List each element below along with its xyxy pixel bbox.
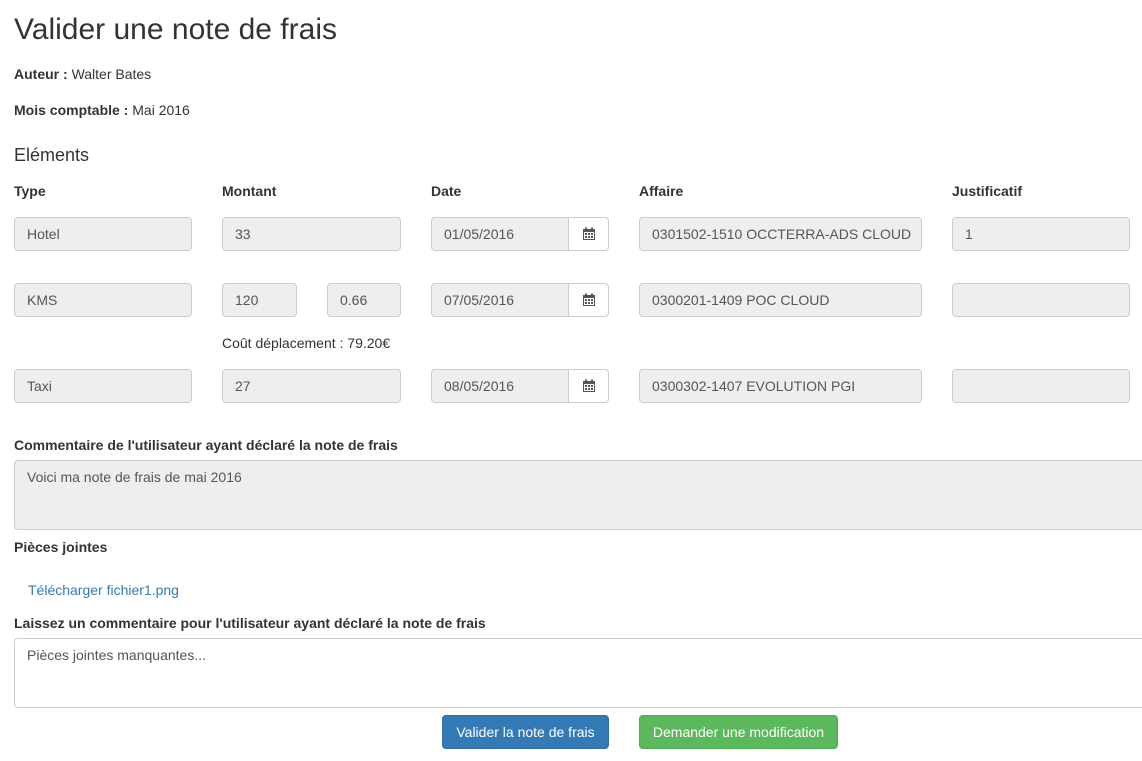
row1-calendar-button[interactable] — [569, 217, 609, 251]
calendar-icon — [582, 227, 595, 240]
row2-type-field[interactable]: KMS — [14, 283, 192, 317]
travel-cost-text: Coût déplacement : 79.20€ — [222, 335, 391, 351]
header-amount: Montant — [222, 183, 277, 199]
month-label: Mois comptable : — [14, 102, 129, 118]
row3-receipt-field[interactable] — [952, 369, 1130, 403]
row2-receipt-field[interactable] — [952, 283, 1130, 317]
download-attachment-link[interactable]: Télécharger fichier1.png — [28, 582, 179, 598]
header-receipt: Justificatif — [952, 183, 1023, 199]
user-comment-label: Commentaire de l'utilisateur ayant décla… — [14, 437, 398, 453]
row3-amount-field[interactable]: 27 — [222, 369, 401, 403]
month-value: Mai 2016 — [132, 102, 190, 118]
row1-amount-field[interactable]: 33 — [222, 217, 401, 251]
validate-button[interactable]: Valider la note de frais — [442, 715, 609, 749]
row3-date-field[interactable]: 08/05/2016 — [431, 369, 569, 403]
author-line: Auteur : Walter Bates — [14, 66, 151, 82]
row2-date-field[interactable]: 07/05/2016 — [431, 283, 569, 317]
header-project: Affaire — [639, 183, 684, 199]
row1-date-field[interactable]: 01/05/2016 — [431, 217, 569, 251]
header-date: Date — [431, 183, 462, 199]
request-change-button[interactable]: Demander une modification — [639, 715, 838, 749]
author-value: Walter Bates — [71, 66, 152, 82]
attachments-label: Pièces jointes — [14, 539, 108, 555]
month-line: Mois comptable : Mai 2016 — [14, 102, 190, 118]
row2-rate-field[interactable]: 0.66 — [327, 283, 401, 317]
reviewer-comment-placeholder: Pièces jointes manquantes... — [27, 647, 206, 663]
user-comment-field[interactable]: Voici ma note de frais de mai 2016 — [14, 460, 1142, 530]
row3-project-field[interactable]: 0300302-1407 EVOLUTION PGI — [639, 369, 922, 403]
header-type: Type — [14, 183, 46, 199]
row2-project-field[interactable]: 0300201-1409 POC CLOUD — [639, 283, 922, 317]
elements-heading: Eléments — [14, 145, 90, 165]
row2-calendar-button[interactable] — [569, 283, 609, 317]
author-label: Auteur : — [14, 66, 68, 82]
reviewer-comment-label: Laissez un commentaire pour l'utilisateu… — [14, 615, 486, 631]
row3-calendar-button[interactable] — [569, 369, 609, 403]
row1-receipt-field[interactable]: 1 — [952, 217, 1130, 251]
row3-type-field[interactable]: Taxi — [14, 369, 192, 403]
calendar-icon — [582, 293, 595, 306]
row1-project-field[interactable]: 0301502-1510 OCCTERRA-ADS CLOUD — [639, 217, 922, 251]
reviewer-comment-textarea[interactable]: Pièces jointes manquantes... — [14, 638, 1142, 708]
page-title: Valider une note de frais — [14, 13, 337, 46]
calendar-icon — [582, 379, 595, 392]
row2-km-field[interactable]: 120 — [222, 283, 297, 317]
row1-type-field[interactable]: Hotel — [14, 217, 192, 251]
